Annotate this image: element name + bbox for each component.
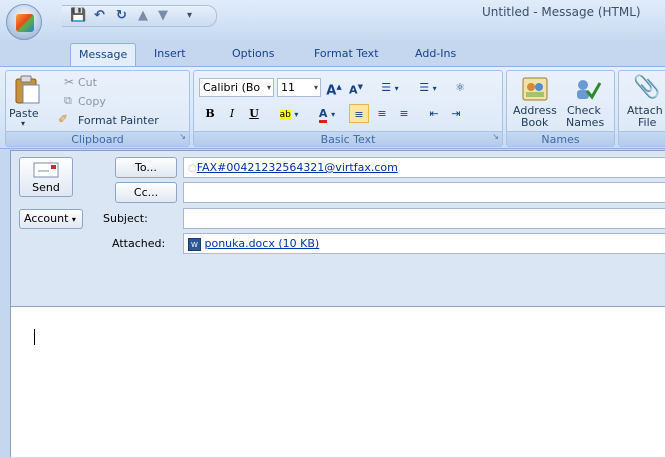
underline-button[interactable]: U [244,104,264,123]
bold-button[interactable]: B [200,104,220,123]
next-item-icon[interactable]: ▼ [158,9,168,23]
font-color-button[interactable]: A ▾ [310,104,344,123]
paperclip-icon: 📎 [633,75,661,100]
paste-dropdown-icon: ▾ [21,119,26,128]
include-group-label [619,131,665,146]
basic-text-launcher-icon[interactable]: ↘ [492,129,499,144]
check-names-icon [577,80,602,100]
font-family-value: Calibri (Bo [203,81,261,94]
format-painter-button[interactable]: Format Painter [78,114,159,127]
grow-font-button[interactable]: A▲ [324,78,344,98]
align-left-button[interactable]: ≡ [349,104,369,123]
address-book-label-2: Book [521,116,549,129]
bullets-button[interactable]: ☰ ▾ [372,78,408,97]
account-button[interactable]: Account ▾ [19,209,83,229]
font-family-select[interactable]: Calibri (Bo ▾ [199,78,274,97]
align-right-button[interactable]: ≡ [394,104,414,123]
to-button[interactable]: To... [115,157,177,178]
chevron-down-icon: ▾ [71,215,76,224]
save-icon[interactable]: 💾 [70,9,86,23]
to-recipient[interactable]: FAX#00421232564321@virtfax.com [197,161,398,174]
font-size-value: 11 [281,81,295,94]
paste-button[interactable]: Paste ▾ [8,73,44,129]
message-header: Send To... Cc... Account ▾ Subject: Atta… [11,151,665,307]
clipboard-group: Paste ▾ ✂ Cut ⧉ Copy ✐ Format Painter Cl… [5,70,190,147]
increase-indent-icon: ⇥ [451,107,461,120]
quick-access-toolbar: 💾 ↶ ↻ ▲ ▼ ▾ [62,5,217,27]
tab-format-text[interactable]: Format Text [314,43,379,66]
attach-file-label-2: File [638,116,657,129]
word-document-icon: W [188,237,201,251]
to-field[interactable]: ○FAX#00421232564321@virtfax.com [183,157,665,178]
window-title: Untitled - Message (HTML) [482,5,641,19]
ribbon: Paste ▾ ✂ Cut ⧉ Copy ✐ Format Painter Cl… [0,66,665,149]
decrease-indent-button[interactable]: ⇤ [424,104,444,123]
address-book-button[interactable]: Address Book [511,73,559,129]
numbering-icon: ☰ [419,81,430,94]
account-label: Account [24,212,69,225]
previous-item-icon[interactable]: ▲ [138,9,148,23]
clipboard-group-label: Clipboard ↘ [6,131,189,146]
highlight-icon: ab [279,110,291,120]
tab-insert[interactable]: Insert [154,43,186,66]
send-icon [33,162,59,178]
compose-pane: Send To... Cc... Account ▾ Subject: Atta… [10,150,665,457]
align-right-icon: ≡ [399,107,409,120]
paste-icon [15,75,40,104]
attachments-field[interactable]: W ponuka.docx (10 KB) [183,233,665,254]
tab-options[interactable]: Options [232,43,274,66]
font-size-select[interactable]: 11 ▾ [277,78,321,97]
title-bar: 💾 ↶ ↻ ▲ ▼ ▾ Untitled - Message (HTML) [0,0,665,40]
center-button[interactable]: ≡ [372,104,392,123]
check-names-button[interactable]: Check Names [563,73,611,129]
cut-icon: ✂ [64,75,75,89]
basic-text-group-label: Basic Text ↘ [194,131,502,146]
align-center-icon: ≡ [377,107,387,120]
ribbon-tabs: Message Insert Options Format Text Add-I… [0,40,665,66]
send-button[interactable]: Send [19,157,73,197]
chevron-down-icon: ▾ [313,83,318,92]
font-color-icon: A [318,107,328,123]
format-painter-icon: ✐ [58,112,69,126]
message-body[interactable] [11,308,665,458]
recipient-status-icon: ○ [188,163,197,174]
office-button[interactable] [6,4,42,40]
styles-icon: ⚛ [455,81,465,94]
bullets-icon: ☰ [381,81,392,94]
attach-file-button[interactable]: 📎 Attach File [619,73,665,129]
include-group: 📎 Attach File [618,70,665,147]
numbering-button[interactable]: ☰ ▾ [410,78,446,97]
names-group: Address Book Check Names Names [506,70,615,147]
check-names-label-2: Names [566,116,605,129]
clipboard-launcher-icon[interactable]: ↘ [179,129,186,144]
increase-indent-button[interactable]: ⇥ [446,104,466,123]
send-label: Send [32,181,60,194]
subject-label: Subject: [103,212,148,225]
text-cursor [34,329,35,345]
cc-field[interactable] [183,182,665,203]
copy-icon: ⧉ [64,94,72,107]
basic-text-group: Calibri (Bo ▾ 11 ▾ A▲ A▼ ☰ ▾ ☰ ▾ ⚛ B I U a… [193,70,503,147]
names-group-label: Names [507,131,614,146]
styles-button[interactable]: ⚛ [450,78,470,97]
chevron-down-icon: ▾ [266,83,271,92]
customize-qat-icon[interactable]: ▾ [187,9,192,23]
redo-icon[interactable]: ↻ [116,9,127,23]
cc-button[interactable]: Cc... [115,182,177,203]
address-book-icon [522,77,548,101]
highlight-button[interactable]: ab ▾ [272,104,306,123]
italic-button[interactable]: I [222,104,242,123]
office-logo-icon [16,14,34,32]
decrease-indent-icon: ⇤ [429,107,439,120]
shrink-font-button[interactable]: A▼ [346,78,366,97]
attached-label: Attached: [112,237,166,250]
cut-button[interactable]: Cut [78,76,97,89]
attachment-item[interactable]: ponuka.docx (10 KB) [205,237,320,250]
tab-message[interactable]: Message [70,43,137,66]
copy-button[interactable]: Copy [78,95,106,108]
undo-icon[interactable]: ↶ [94,9,105,23]
tab-add-ins[interactable]: Add-Ins [415,43,456,66]
subject-field[interactable] [183,208,665,229]
align-left-icon: ≡ [354,108,364,121]
